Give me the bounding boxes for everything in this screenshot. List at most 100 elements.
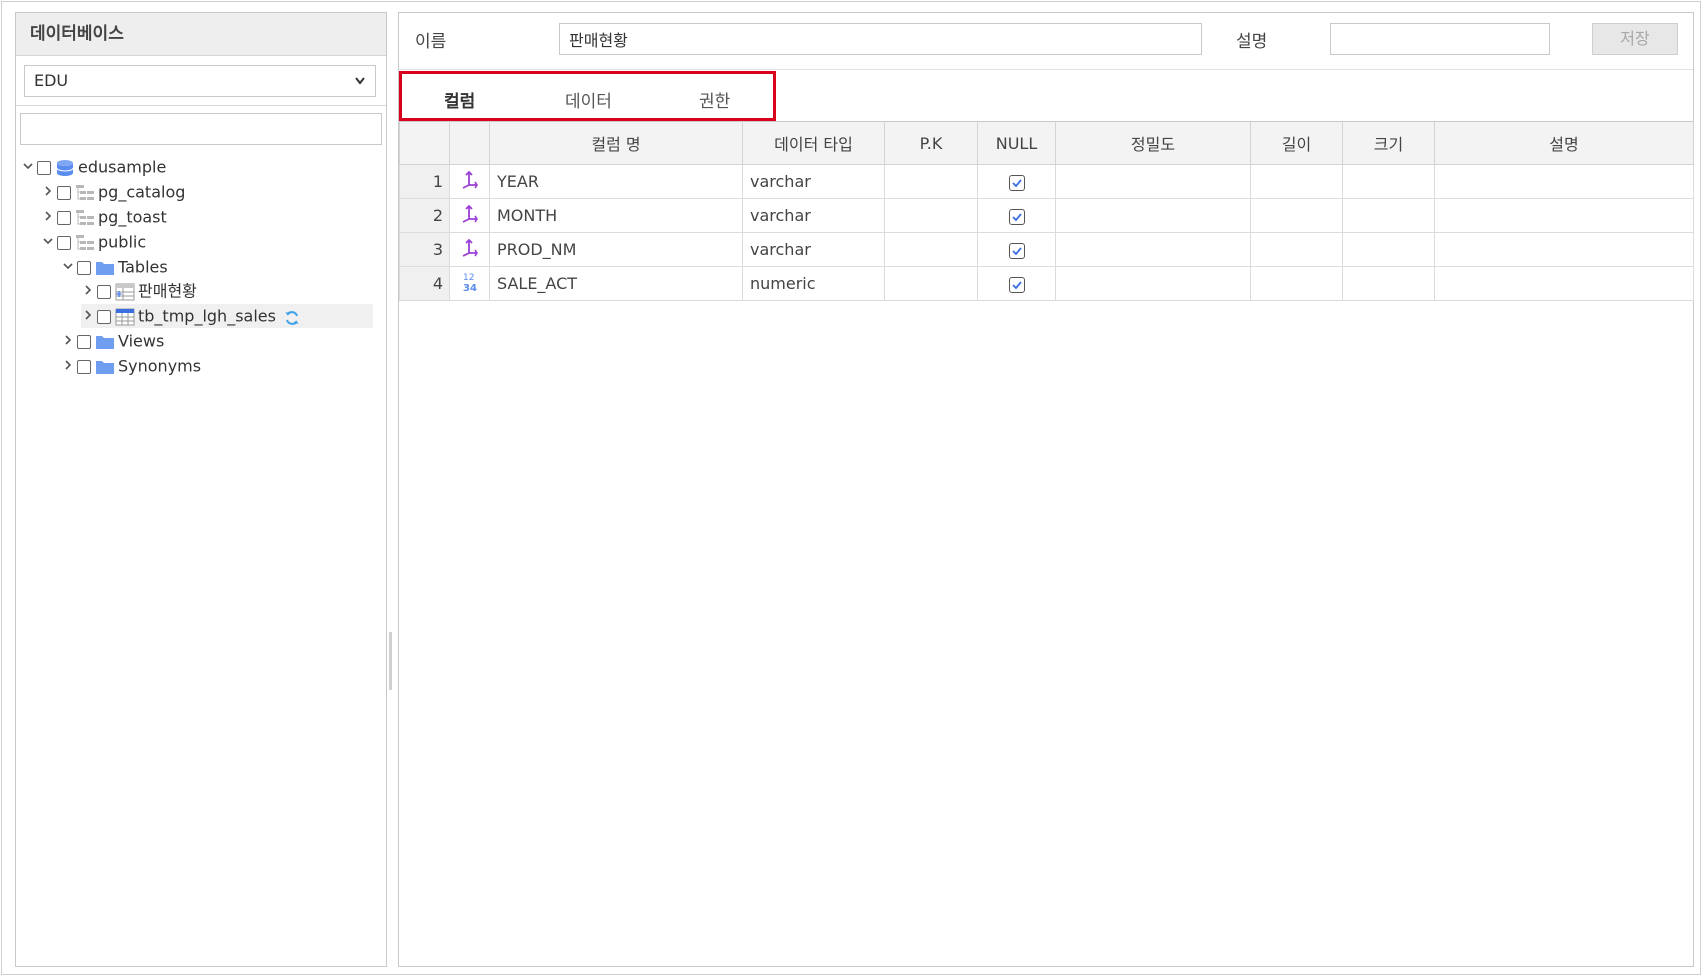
null-header[interactable]: NULL <box>977 121 1056 165</box>
chevron-right-icon[interactable] <box>41 206 55 230</box>
null-checkbox[interactable] <box>1008 174 1025 191</box>
name-label: 이름 <box>415 32 447 52</box>
chevron-right-icon[interactable] <box>61 330 75 354</box>
null-checkbox[interactable] <box>1008 276 1025 293</box>
save-button[interactable]: 저장 <box>1592 23 1678 55</box>
tree-search-input[interactable] <box>20 113 382 145</box>
tree-node-label: edusample <box>78 157 167 177</box>
size-header[interactable]: 크기 <box>1342 121 1435 165</box>
row-number: 2 <box>399 198 450 233</box>
tree-checkbox[interactable] <box>77 359 91 374</box>
table-description-input[interactable] <box>1330 23 1550 55</box>
null-cell[interactable] <box>977 232 1056 267</box>
column-name-cell[interactable]: YEAR <box>489 164 743 199</box>
tree-checkbox[interactable] <box>37 160 51 175</box>
precision-cell[interactable] <box>1055 164 1251 199</box>
tree-checkbox[interactable] <box>97 309 111 324</box>
tree-node-label: pg_catalog <box>98 182 186 202</box>
precision-cell[interactable] <box>1055 232 1251 267</box>
description-cell[interactable] <box>1434 164 1694 199</box>
description-header[interactable]: 설명 <box>1434 121 1694 165</box>
length-cell[interactable] <box>1250 266 1343 301</box>
tree-checkbox[interactable] <box>77 334 91 349</box>
column-name-cell[interactable]: SALE_ACT <box>489 266 743 301</box>
chevron-down-icon[interactable] <box>21 156 35 180</box>
tree-checkbox[interactable] <box>97 284 111 299</box>
tree-checkbox[interactable] <box>57 235 71 250</box>
null-cell[interactable] <box>977 266 1056 301</box>
size-cell[interactable] <box>1342 232 1435 267</box>
length-cell[interactable] <box>1250 164 1343 199</box>
data-type-cell[interactable]: varchar <box>742 232 885 267</box>
size-cell[interactable] <box>1342 198 1435 233</box>
table-name-input[interactable] <box>559 23 1202 55</box>
tree-node-synonyms[interactable]: Synonyms <box>61 354 201 378</box>
description-cell[interactable] <box>1434 198 1694 233</box>
pk-cell[interactable] <box>884 164 978 199</box>
table-row[interactable]: 3 PROD_NM varchar <box>399 232 1694 267</box>
tree-node-public[interactable]: public <box>41 230 146 254</box>
tree-node-label: Views <box>118 331 165 351</box>
data-type-header[interactable]: 데이터 타입 <box>742 121 885 165</box>
tree-node-table-sales-status[interactable]: 판매현황 <box>81 279 197 303</box>
pk-cell[interactable] <box>884 232 978 267</box>
database-icon <box>55 159 75 177</box>
pk-cell[interactable] <box>884 198 978 233</box>
tree-checkbox[interactable] <box>57 210 71 225</box>
chevron-right-icon[interactable] <box>81 305 95 329</box>
row-number: 4 <box>399 266 450 301</box>
chevron-down-icon[interactable] <box>61 256 75 280</box>
table-row[interactable]: 2 MONTH varchar <box>399 198 1694 233</box>
null-checkbox[interactable] <box>1008 208 1025 225</box>
tab-permissions[interactable]: 권한 <box>699 87 730 112</box>
length-cell[interactable] <box>1250 198 1343 233</box>
data-type-cell[interactable]: varchar <box>742 164 885 199</box>
database-select[interactable]: EDU <box>24 65 376 97</box>
description-cell[interactable] <box>1434 266 1694 301</box>
tab-bar-highlighted: 컬럼 데이터 권한 <box>399 71 776 121</box>
null-cell[interactable] <box>977 164 1056 199</box>
pk-cell[interactable] <box>884 266 978 301</box>
tab-data[interactable]: 데이터 <box>565 87 612 112</box>
refresh-icon[interactable] <box>284 309 300 325</box>
tab-columns[interactable]: 컬럼 <box>444 87 475 112</box>
tree-node-pg-catalog[interactable]: pg_catalog <box>41 180 185 204</box>
size-cell[interactable] <box>1342 266 1435 301</box>
tree-node-pg-toast[interactable]: pg_toast <box>41 205 167 229</box>
tree-checkbox[interactable] <box>57 185 71 200</box>
precision-cell[interactable] <box>1055 266 1251 301</box>
column-name-header[interactable]: 컬럼 명 <box>489 121 743 165</box>
folder-icon <box>95 259 115 277</box>
chevron-down-icon[interactable] <box>41 231 55 255</box>
size-cell[interactable] <box>1342 164 1435 199</box>
panel-resize-handle[interactable] <box>389 632 392 690</box>
data-type-cell[interactable]: varchar <box>742 198 885 233</box>
null-cell[interactable] <box>977 198 1056 233</box>
table-icon <box>115 308 135 326</box>
database-panel-title: 데이터베이스 <box>16 13 386 56</box>
table-properties: 이름 설명 저장 <box>399 13 1693 70</box>
chevron-right-icon[interactable] <box>61 355 75 379</box>
precision-header[interactable]: 정밀도 <box>1055 121 1251 165</box>
description-cell[interactable] <box>1434 232 1694 267</box>
data-type-cell[interactable]: numeric <box>742 266 885 301</box>
tree-node-table-tb-tmp-lgh-sales[interactable]: tb_tmp_lgh_sales <box>81 304 373 328</box>
table-row[interactable]: 1 YEAR varchar <box>399 164 1694 199</box>
grid-header-row: 컬럼 명 데이터 타입 P.K NULL 정밀도 길이 크기 설명 <box>399 121 1694 165</box>
tree-node-tables[interactable]: Tables <box>61 255 168 279</box>
chevron-right-icon[interactable] <box>81 280 95 304</box>
null-checkbox[interactable] <box>1008 242 1025 259</box>
pk-header[interactable]: P.K <box>884 121 978 165</box>
length-cell[interactable] <box>1250 232 1343 267</box>
tree-checkbox[interactable] <box>77 260 91 275</box>
column-name-cell[interactable]: MONTH <box>489 198 743 233</box>
chevron-right-icon[interactable] <box>41 181 55 205</box>
tree-node-label: Tables <box>118 257 168 277</box>
length-header[interactable]: 길이 <box>1250 121 1343 165</box>
table-row[interactable]: 4 12 34 SALE_ACT numeric <box>399 266 1694 301</box>
tree-node-views[interactable]: Views <box>61 329 164 353</box>
tree-node-edusample[interactable]: edusample <box>21 155 166 179</box>
precision-cell[interactable] <box>1055 198 1251 233</box>
column-name-cell[interactable]: PROD_NM <box>489 232 743 267</box>
schema-icon <box>75 184 95 202</box>
